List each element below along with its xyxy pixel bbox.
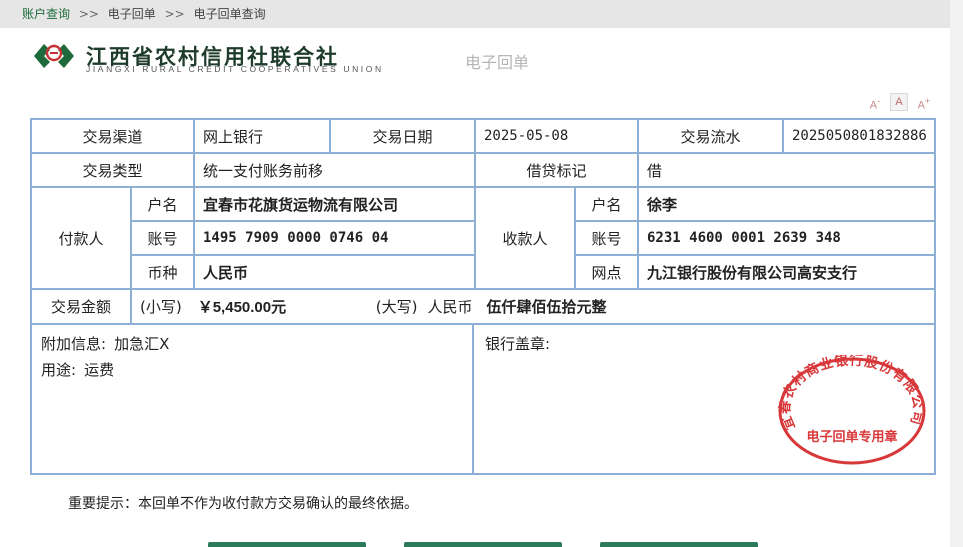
serial-label: 交易流水	[639, 120, 784, 154]
serial-value: 2025050801832886	[784, 120, 934, 154]
bank-logo-icon	[34, 44, 74, 68]
payee-name-value: 徐李	[639, 188, 934, 222]
breadcrumb-e-receipt[interactable]: 电子回单	[108, 7, 156, 21]
payer-label: 付款人	[32, 188, 132, 290]
breadcrumb-e-receipt-query: 电子回单查询	[193, 7, 266, 21]
payee-branch-label: 网点	[576, 256, 639, 290]
date-label: 交易日期	[331, 120, 476, 154]
payee-name-label: 户名	[576, 188, 639, 222]
payer-account-value: 1495 7909 0000 0746 04	[195, 222, 476, 256]
breadcrumb: 账户查询 >> 电子回单 >> 电子回单查询	[0, 0, 950, 28]
payer-currency-value: 人民币	[195, 256, 476, 290]
important-notice: 重要提示：本回单不作为收付款方交易确认的最终依据。	[68, 496, 418, 512]
bank-seal-stamp-icon: 宜春农村商业银行股份有限公司 电子回单专用章	[776, 355, 926, 465]
payee-account-label: 账号	[576, 222, 639, 256]
svg-text:宜春农村商业银行股份有限公司: 宜春农村商业银行股份有限公司	[776, 355, 926, 433]
breadcrumb-account-query[interactable]: 账户查询	[22, 7, 70, 21]
amount-small-value: ￥5,450.00元	[197, 299, 287, 316]
seal-center-text: 电子回单专用章	[806, 429, 897, 445]
amount-label: 交易金额	[32, 290, 132, 325]
bank-seal-label: 银行盖章:	[485, 335, 551, 353]
bank-name-en: JIANGXI RURAL CREDIT COOPERATIVES UNION	[86, 64, 384, 74]
type-label: 交易类型	[32, 154, 195, 188]
payee-branch-value: 九江银行股份有限公司高安支行	[639, 256, 934, 290]
payer-name-value: 宜春市花旗货运物流有限公司	[195, 188, 476, 222]
payer-currency-label: 币种	[132, 256, 195, 290]
amount-small-label: (小写)	[140, 298, 182, 316]
action-button-1[interactable]	[208, 542, 366, 547]
breadcrumb-separator: >>	[78, 7, 99, 21]
font-increase-button[interactable]: A+	[915, 93, 933, 112]
extra-info-area: 附加信息: 加急汇X 用途: 运费	[32, 325, 474, 475]
type-value: 统一支付账务前移	[195, 154, 476, 188]
seal-arc-text: 宜春农村商业银行股份有限公司	[776, 355, 925, 433]
scrollbar-track[interactable]	[950, 0, 963, 547]
extra-info-label: 附加信息:	[41, 335, 107, 353]
font-normal-button[interactable]: A	[890, 93, 908, 111]
date-value: 2025-05-08	[476, 120, 639, 154]
breadcrumb-separator: >>	[164, 7, 185, 21]
payer-account-label: 账号	[132, 222, 195, 256]
amount-value-row: (小写) ￥5,450.00元 (大写) 人民币 伍仟肆佰伍拾元整	[132, 290, 934, 325]
payer-name-label: 户名	[132, 188, 195, 222]
dc-value: 借	[639, 154, 934, 188]
payee-label: 收款人	[476, 188, 576, 290]
dc-label: 借贷标记	[476, 154, 639, 188]
amount-big-label: (大写)	[375, 298, 418, 316]
payee-account-value: 6231 4600 0001 2639 348	[639, 222, 934, 256]
extra-info-value: 加急汇X	[114, 335, 170, 353]
channel-value: 网上银行	[195, 120, 331, 154]
bank-logo: 江西省农村信用社联合社 JIANGXI RURAL CREDIT COOPERA…	[32, 40, 412, 74]
amount-big-value: 伍仟肆佰伍拾元整	[486, 299, 607, 316]
action-button-3[interactable]	[600, 542, 758, 547]
document-title: 电子回单	[465, 53, 530, 72]
amount-big-currency: 人民币	[427, 298, 473, 316]
purpose-label: 用途:	[41, 361, 77, 379]
channel-label: 交易渠道	[32, 120, 195, 154]
purpose-value: 运费	[84, 361, 115, 379]
action-button-2[interactable]	[404, 542, 562, 547]
font-decrease-button[interactable]: A-	[866, 93, 884, 112]
